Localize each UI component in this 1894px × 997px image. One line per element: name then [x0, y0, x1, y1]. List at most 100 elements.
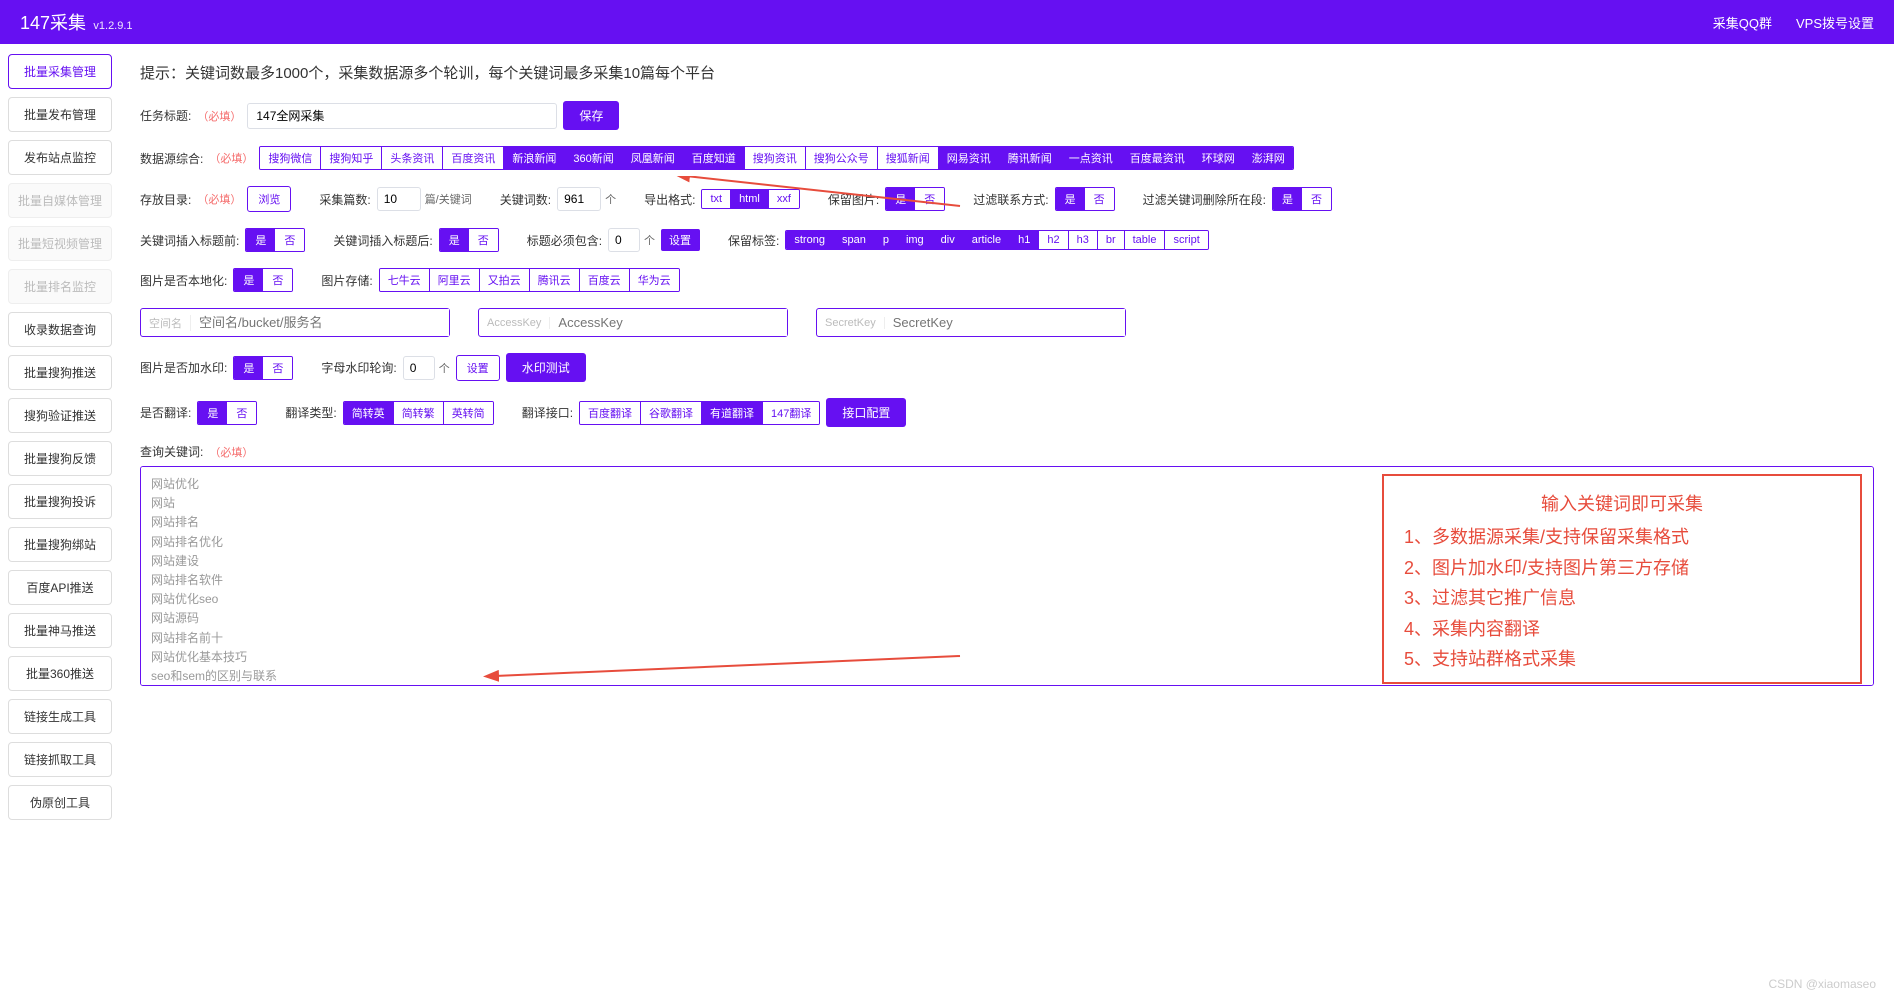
tag-option[interactable]: 头条资讯: [382, 147, 443, 169]
sidebar-item[interactable]: 批量搜狗推送: [8, 355, 112, 390]
tag-option[interactable]: 搜狗公众号: [806, 147, 878, 169]
sidebar-item[interactable]: 链接抓取工具: [8, 742, 112, 777]
tag-option[interactable]: img: [898, 231, 933, 249]
link-qq[interactable]: 采集QQ群: [1713, 13, 1772, 32]
tag-option[interactable]: 360新闻: [565, 147, 622, 169]
ak-input-wrap: AccessKey: [478, 308, 788, 337]
opt-yes[interactable]: 是: [1056, 188, 1085, 210]
tag-option[interactable]: 搜狗知乎: [321, 147, 382, 169]
sidebar-item[interactable]: 伪原创工具: [8, 785, 112, 820]
tag-option[interactable]: html: [731, 190, 769, 208]
tag-option[interactable]: xxf: [769, 190, 799, 208]
must-set-button[interactable]: 设置: [661, 229, 700, 251]
tag-option[interactable]: strong: [786, 231, 834, 249]
must-input[interactable]: [608, 228, 640, 252]
hint-text: 提示：关键词数最多1000个，采集数据源多个轮训，每个关键词最多采集10篇每个平…: [140, 62, 1874, 83]
tag-option[interactable]: 英转简: [444, 402, 493, 424]
tag-option[interactable]: 简转繁: [394, 402, 444, 424]
opt-yes[interactable]: 是: [1273, 188, 1302, 210]
tag-option[interactable]: h1: [1010, 231, 1039, 249]
sk-prefix: SecretKey: [817, 317, 885, 329]
sidebar-item[interactable]: 批量360推送: [8, 656, 112, 691]
space-prefix: 空间名: [141, 315, 191, 331]
opt-no[interactable]: 否: [1302, 188, 1331, 210]
tag-option[interactable]: br: [1098, 231, 1125, 249]
sidebar-item[interactable]: 链接生成工具: [8, 699, 112, 734]
tag-option[interactable]: 腾讯新闻: [1000, 147, 1061, 169]
opt-yes[interactable]: 是: [440, 229, 469, 251]
tag-option[interactable]: 有道翻译: [702, 402, 763, 424]
tag-option[interactable]: article: [964, 231, 1010, 249]
tag-option[interactable]: 搜狗资讯: [745, 147, 806, 169]
opt-yes[interactable]: 是: [246, 229, 275, 251]
tag-option[interactable]: 百度云: [580, 269, 630, 291]
opt-no[interactable]: 否: [1085, 188, 1114, 210]
sidebar-item[interactable]: 收录数据查询: [8, 312, 112, 347]
sidebar-item[interactable]: 批量发布管理: [8, 97, 112, 132]
tag-option[interactable]: 百度资讯: [443, 147, 504, 169]
header-left: 147采集 v1.2.9.1: [20, 9, 133, 35]
opt-no[interactable]: 否: [227, 402, 256, 424]
tag-option[interactable]: 网易资讯: [939, 147, 1000, 169]
tag-option[interactable]: 一点资讯: [1061, 147, 1122, 169]
app-title: 147采集: [20, 13, 86, 33]
opt-yes[interactable]: 是: [234, 357, 263, 379]
tag-option[interactable]: table: [1125, 231, 1166, 249]
opt-no[interactable]: 否: [275, 229, 304, 251]
task-title-input[interactable]: [247, 103, 557, 129]
opt-no[interactable]: 否: [469, 229, 498, 251]
tag-option[interactable]: span: [834, 231, 875, 249]
tag-option[interactable]: 又拍云: [480, 269, 530, 291]
tag-option[interactable]: div: [933, 231, 964, 249]
tag-option[interactable]: 百度知道: [684, 147, 745, 169]
ak-input[interactable]: [550, 309, 787, 336]
space-input[interactable]: [191, 309, 449, 336]
opt-yes[interactable]: 是: [198, 402, 227, 424]
wm-test-button[interactable]: 水印测试: [506, 353, 586, 382]
tag-option[interactable]: 搜狐新闻: [878, 147, 939, 169]
kw-input[interactable]: [557, 187, 601, 211]
api-config-button[interactable]: 接口配置: [826, 398, 906, 427]
sidebar-item[interactable]: 发布站点监控: [8, 140, 112, 175]
keywords-textarea[interactable]: [140, 466, 1874, 686]
tag-option[interactable]: 谷歌翻译: [641, 402, 702, 424]
tag-option[interactable]: 华为云: [630, 269, 679, 291]
tag-option[interactable]: 阿里云: [430, 269, 480, 291]
opt-yes[interactable]: 是: [234, 269, 263, 291]
tag-option[interactable]: 澎湃网: [1244, 147, 1293, 169]
tag-option[interactable]: p: [875, 231, 898, 249]
sidebar-item[interactable]: 批量神马推送: [8, 613, 112, 648]
tag-option[interactable]: 新浪新闻: [504, 147, 565, 169]
browse-button[interactable]: 浏览: [247, 186, 291, 212]
tag-option[interactable]: 腾讯云: [530, 269, 580, 291]
link-vps[interactable]: VPS拨号设置: [1796, 13, 1874, 32]
sk-input[interactable]: [885, 309, 1125, 336]
tag-option[interactable]: 搜狗微信: [260, 147, 321, 169]
tag-option[interactable]: script: [1165, 231, 1207, 249]
sidebar-item[interactable]: 批量采集管理: [8, 54, 112, 89]
tag-option[interactable]: 147翻译: [763, 402, 819, 424]
sidebar-item[interactable]: 百度API推送: [8, 570, 112, 605]
opt-yes[interactable]: 是: [886, 188, 915, 210]
tag-option[interactable]: 环球网: [1194, 147, 1244, 169]
tag-option[interactable]: h2: [1039, 231, 1068, 249]
tag-option[interactable]: txt: [702, 190, 731, 208]
opt-no[interactable]: 否: [263, 269, 292, 291]
before-seg: 是否: [245, 228, 305, 252]
save-button[interactable]: 保存: [563, 101, 619, 130]
wm-set-button[interactable]: 设置: [456, 355, 500, 381]
tag-option[interactable]: 简转英: [344, 402, 394, 424]
tag-option[interactable]: 七牛云: [380, 269, 430, 291]
opt-no[interactable]: 否: [263, 357, 292, 379]
count-input[interactable]: [377, 187, 421, 211]
tag-option[interactable]: 凤凰新闻: [623, 147, 684, 169]
sidebar-item[interactable]: 批量搜狗绑站: [8, 527, 112, 562]
tag-option[interactable]: h3: [1069, 231, 1098, 249]
rotate-input[interactable]: [403, 356, 435, 380]
sidebar-item[interactable]: 批量搜狗投诉: [8, 484, 112, 519]
sidebar-item[interactable]: 批量搜狗反馈: [8, 441, 112, 476]
sidebar-item[interactable]: 搜狗验证推送: [8, 398, 112, 433]
opt-no[interactable]: 否: [915, 188, 944, 210]
tag-option[interactable]: 百度翻译: [580, 402, 641, 424]
tag-option[interactable]: 百度最资讯: [1122, 147, 1194, 169]
